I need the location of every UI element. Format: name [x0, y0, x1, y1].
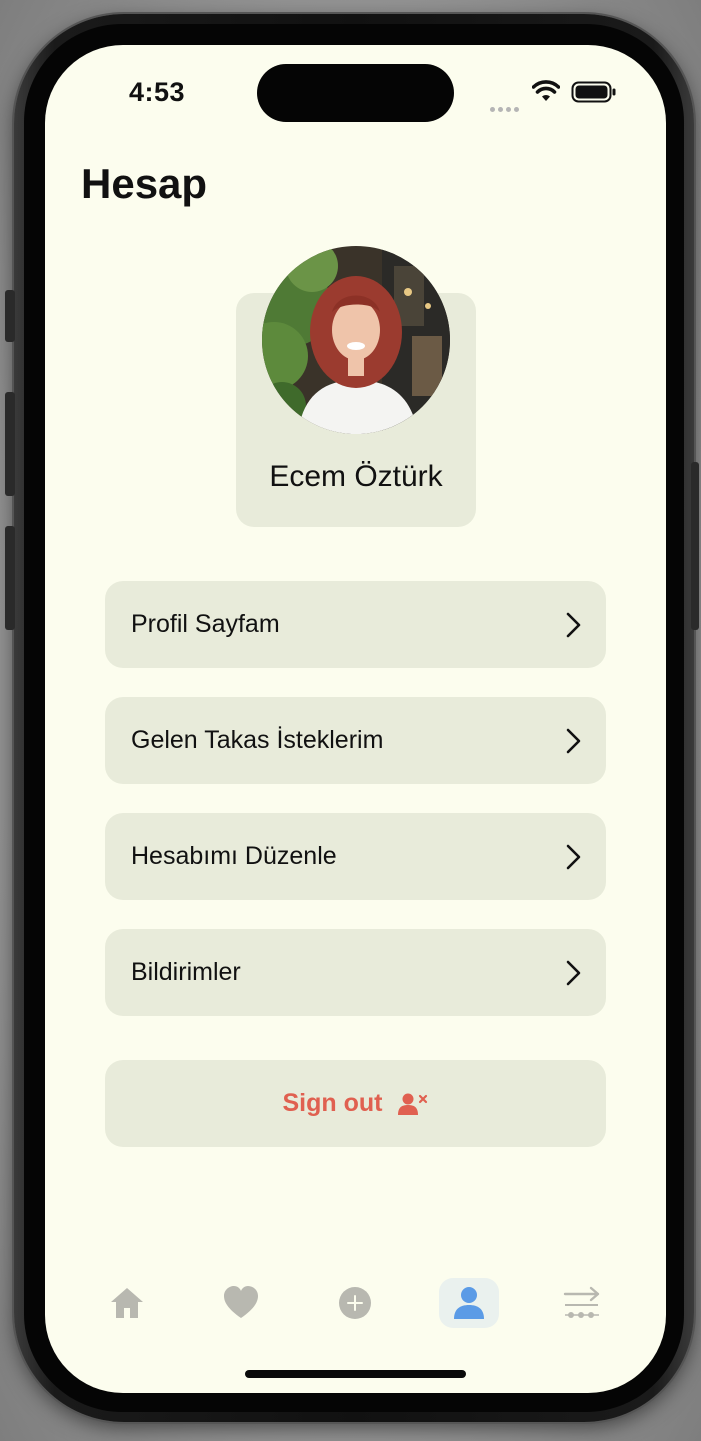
chevron-right-icon: [566, 612, 581, 638]
tab-home[interactable]: [97, 1278, 157, 1328]
avatar[interactable]: [262, 246, 450, 434]
home-icon: [111, 1288, 143, 1318]
volume-up-button: [5, 392, 15, 496]
menu-item-edit-account[interactable]: Hesabımı Düzenle: [105, 813, 606, 900]
action-button: [5, 290, 15, 342]
tab-add[interactable]: [325, 1278, 385, 1328]
chevron-right-icon: [566, 844, 581, 870]
sign-out-button[interactable]: Sign out: [105, 1060, 606, 1147]
page-title: Hesap: [81, 160, 208, 207]
volume-down-button: [5, 526, 15, 630]
status-bar: 4:53: [45, 45, 666, 140]
menu-item-label: Profil Sayfam: [131, 610, 280, 638]
menu-item-label: Hesabımı Düzenle: [131, 842, 337, 870]
user-remove-icon: [398, 1093, 428, 1115]
wifi-icon: [532, 80, 560, 101]
tab-account[interactable]: [439, 1278, 499, 1328]
chevron-right-icon: [566, 728, 581, 754]
avatar-photo: [262, 246, 450, 434]
battery-icon: [571, 81, 616, 103]
sign-out-label: Sign out: [282, 1089, 383, 1117]
menu-item-profile[interactable]: Profil Sayfam: [105, 581, 606, 668]
profile-name: Ecem Öztürk: [269, 460, 443, 493]
chevron-right-icon: [566, 960, 581, 986]
add-circle-icon: [339, 1287, 371, 1319]
home-indicator: [245, 1370, 466, 1378]
swap-icon: [563, 1286, 600, 1318]
dynamic-island: [257, 64, 454, 122]
signal-dots-icon: [490, 97, 524, 112]
person-icon: [454, 1287, 484, 1319]
tab-favorites[interactable]: [211, 1278, 271, 1328]
power-button: [691, 462, 699, 630]
menu-item-label: Bildirimler: [131, 958, 241, 986]
menu-item-notifications[interactable]: Bildirimler: [105, 929, 606, 1016]
status-time: 4:53: [129, 77, 186, 107]
menu-item-trade-requests[interactable]: Gelen Takas İsteklerim: [105, 697, 606, 784]
heart-icon: [224, 1286, 258, 1318]
tab-swap[interactable]: [553, 1278, 613, 1328]
menu-item-label: Gelen Takas İsteklerim: [131, 726, 384, 754]
tab-bar: [45, 1270, 666, 1340]
screen: 4:53 Hesap Ecem Öztürk Profil Sayfam Gel…: [45, 45, 666, 1393]
